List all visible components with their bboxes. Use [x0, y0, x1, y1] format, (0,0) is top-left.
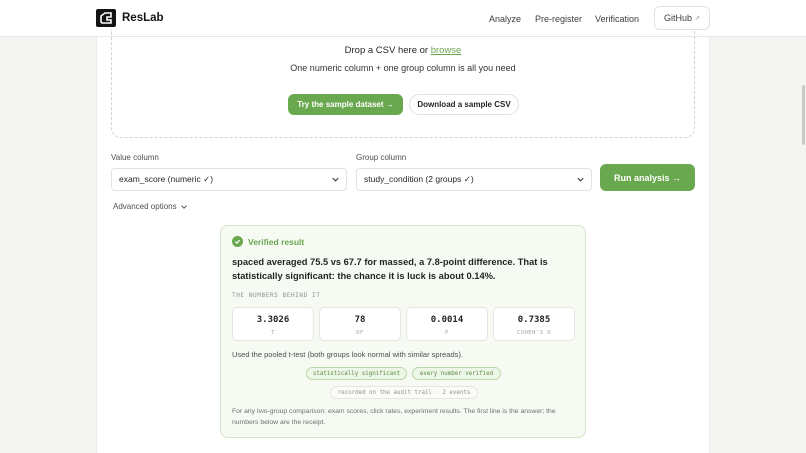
reslab-logo-icon — [96, 9, 116, 27]
stat-value: 0.0014 — [430, 315, 464, 325]
stat-card-cohens-d: 0.7385 COHEN'S D — [493, 307, 575, 341]
result-headline: spaced averaged 75.5 vs 67.7 for massed,… — [232, 257, 548, 281]
stat-value: 78 — [354, 315, 366, 325]
brand-logo[interactable]: ResLab — [96, 9, 164, 27]
advanced-options-label: Advanced options — [113, 202, 177, 211]
brand-name: ResLab — [122, 12, 164, 24]
dropzone-title-text: Drop a CSV here or — [344, 45, 431, 56]
chevron-down-icon — [332, 177, 339, 182]
audit-trail-badge[interactable]: recorded on the audit trail · 2 events — [330, 386, 478, 399]
stat-value: 0.7385 — [517, 315, 551, 325]
dropzone-title: Drop a CSV here or browse — [0, 45, 806, 56]
download-sample-button[interactable]: Download a sample CSV — [409, 94, 519, 115]
numbers-section-heading: THE NUMBERS BEHIND IT — [232, 292, 321, 299]
value-column-label: Value column — [111, 153, 159, 162]
value-column-select[interactable]: exam_score (numeric ✓) — [111, 168, 347, 191]
dropzone-subtitle: One numeric column + one group column is… — [290, 63, 516, 73]
advanced-options-toggle[interactable]: Advanced options — [113, 202, 188, 211]
verified-label: Verified result — [248, 236, 305, 247]
try-sample-button[interactable]: Try the sample dataset → — [288, 94, 403, 115]
verified-badge: every number verified — [412, 367, 501, 380]
stat-label: DF — [356, 330, 364, 336]
github-button[interactable]: GitHub ↗ — [654, 6, 710, 30]
group-column-selected: study_condition (2 groups ✓) — [364, 174, 474, 184]
group-column-select[interactable]: study_condition (2 groups ✓) — [356, 168, 592, 191]
github-label: GitHub — [663, 13, 692, 23]
stat-label: T — [271, 330, 275, 336]
nav-verification[interactable]: Verification — [595, 14, 639, 24]
method-note: Used the pooled t-test (both groups look… — [232, 350, 463, 359]
nav-pre-register[interactable]: Pre-register — [535, 14, 582, 24]
group-column-label: Group column — [356, 153, 407, 162]
verified-status: Verified result — [232, 236, 304, 247]
browse-link[interactable]: browse — [431, 45, 462, 56]
value-column-selected: exam_score (numeric ✓) — [119, 174, 214, 184]
stat-card-p: 0.0014 P — [406, 307, 488, 341]
page-scrollbar[interactable] — [802, 85, 805, 145]
stat-label: COHEN'S D — [516, 330, 552, 336]
run-analysis-button[interactable]: Run analysis → — [600, 164, 695, 191]
stat-card-df: 78 DF — [319, 307, 401, 341]
chevron-down-icon — [180, 204, 187, 209]
stat-card-t: 3.3026 T — [232, 307, 314, 341]
result-footnote: For any two-group comparison: exam score… — [232, 408, 556, 426]
stat-value: 3.3026 — [256, 315, 290, 325]
stat-label: P — [445, 330, 449, 336]
external-link-icon: ↗ — [694, 15, 701, 22]
check-circle-icon — [232, 236, 243, 247]
chevron-down-icon — [577, 177, 584, 182]
significance-badge: statistically significant — [306, 367, 407, 380]
nav-analyze[interactable]: Analyze — [489, 14, 521, 24]
